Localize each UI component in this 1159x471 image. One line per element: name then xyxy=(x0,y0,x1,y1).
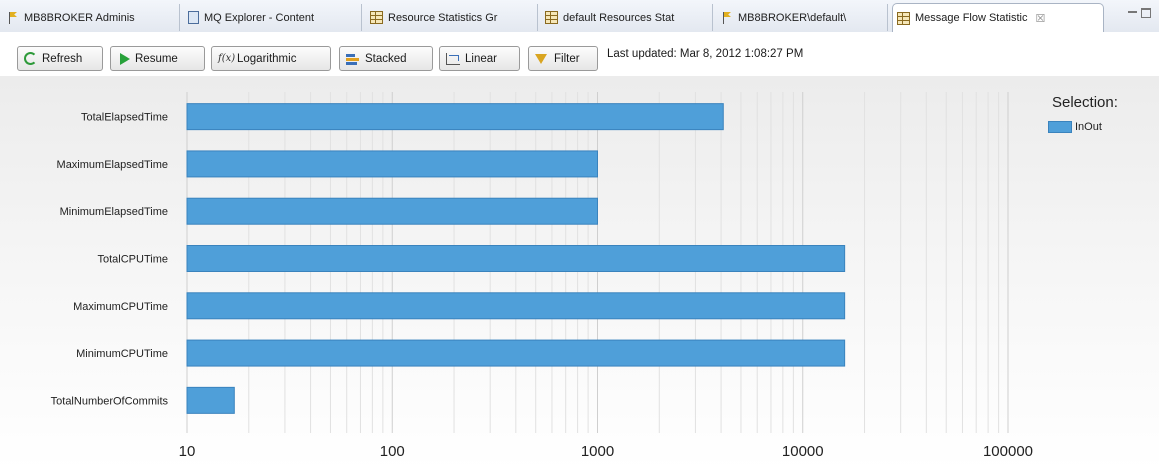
table-icon xyxy=(897,11,910,25)
bar-TotalElapsedTime xyxy=(186,103,724,131)
tab-broker-default[interactable]: MB8BROKER\default\ xyxy=(716,4,888,31)
table-icon xyxy=(545,11,558,24)
minimize-icon[interactable] xyxy=(1128,10,1137,16)
bar-chart: TotalElapsedTime MaximumElapsedTime Minimu… xyxy=(51,92,1033,460)
linear-scale-icon xyxy=(446,52,460,65)
x-tick-label: 100000 xyxy=(983,443,1033,460)
category-label: MaximumCPUTime xyxy=(73,301,168,313)
tab-label: Resource Statistics Gr xyxy=(388,11,498,24)
category-label: TotalNumberOfCommits xyxy=(51,395,169,407)
table-icon xyxy=(370,11,383,24)
resume-button[interactable]: Resume xyxy=(110,46,205,71)
x-tick-label: 10000 xyxy=(782,443,824,460)
linear-button[interactable]: Linear xyxy=(439,46,520,71)
tab-broker-admin[interactable]: MB8BROKER Adminis xyxy=(2,4,180,31)
function-icon: f(x) xyxy=(218,52,236,64)
message-flow-statistics-chart: TotalElapsedTime MaximumElapsedTime Minimu… xyxy=(0,76,1159,471)
tab-label: MB8BROKER\default\ xyxy=(738,11,847,24)
legend-title: Selection: xyxy=(1052,94,1118,111)
refresh-button-label: Refresh xyxy=(42,52,83,65)
x-tick-label: 1000 xyxy=(581,443,614,460)
tab-default-resources-statistics[interactable]: default Resources Stat xyxy=(541,4,713,31)
category-label: TotalElapsedTime xyxy=(81,112,168,124)
refresh-button[interactable]: Refresh xyxy=(17,46,103,71)
stacked-button-label: Stacked xyxy=(365,52,407,65)
legend-label: InOut xyxy=(1075,121,1102,133)
editor-tab-strip: MB8BROKER Adminis MQ Explorer - Content … xyxy=(0,0,1159,33)
view-controls xyxy=(1128,7,1151,19)
tab-message-flow-statistics[interactable]: Message Flow Statistic ☒ xyxy=(892,3,1104,32)
category-label: MaximumElapsedTime xyxy=(57,159,168,171)
tab-mq-explorer-content[interactable]: MQ Explorer - Content xyxy=(184,4,362,31)
flag-icon xyxy=(6,11,19,24)
bar-TotalNumberOfCommits xyxy=(186,386,235,414)
maximize-icon[interactable] xyxy=(1141,8,1151,19)
last-updated-text: Last updated: Mar 8, 2012 1:08:27 PM xyxy=(607,48,804,60)
document-icon xyxy=(188,11,199,24)
tab-label: Message Flow Statistic xyxy=(915,12,1028,24)
filter-icon xyxy=(535,53,547,64)
legend-swatch xyxy=(1048,121,1072,133)
legend-item-inout: InOut xyxy=(1048,121,1102,133)
bar-TotalCPUTime xyxy=(186,245,846,272)
x-tick-label: 10 xyxy=(179,443,196,460)
filter-button-label: Filter xyxy=(554,52,580,65)
tab-label: MQ Explorer - Content xyxy=(204,11,315,24)
logarithmic-button-label: Logarithmic xyxy=(237,52,297,65)
statistics-toolbar: Refresh Resume f(x) Logarithmic Stacked … xyxy=(0,32,1159,76)
filter-button[interactable]: Filter xyxy=(528,46,598,71)
linear-button-label: Linear xyxy=(465,52,497,65)
bar-MaximumCPUTime xyxy=(186,292,846,320)
tab-label: default Resources Stat xyxy=(563,11,675,24)
resume-button-label: Resume xyxy=(135,52,178,65)
play-icon xyxy=(120,52,130,65)
category-label: MinimumCPUTime xyxy=(76,348,168,360)
bar-MinimumElapsedTime xyxy=(186,197,598,225)
stacked-button[interactable]: Stacked xyxy=(339,46,433,71)
tab-label: MB8BROKER Adminis xyxy=(24,11,135,24)
bar-MaximumElapsedTime xyxy=(186,150,598,178)
category-label: MinimumElapsedTime xyxy=(60,206,168,218)
logarithmic-button[interactable]: f(x) Logarithmic xyxy=(211,46,331,71)
flag-icon xyxy=(720,11,733,24)
tab-resource-statistics-graph[interactable]: Resource Statistics Gr xyxy=(366,4,538,31)
refresh-icon xyxy=(24,52,37,65)
stacked-bars-icon xyxy=(346,52,360,65)
category-label: TotalCPUTime xyxy=(98,254,169,266)
close-tab-icon[interactable]: ☒ xyxy=(1035,12,1045,25)
bar-MinimumCPUTime xyxy=(186,339,846,367)
x-tick-label: 100 xyxy=(380,443,405,460)
